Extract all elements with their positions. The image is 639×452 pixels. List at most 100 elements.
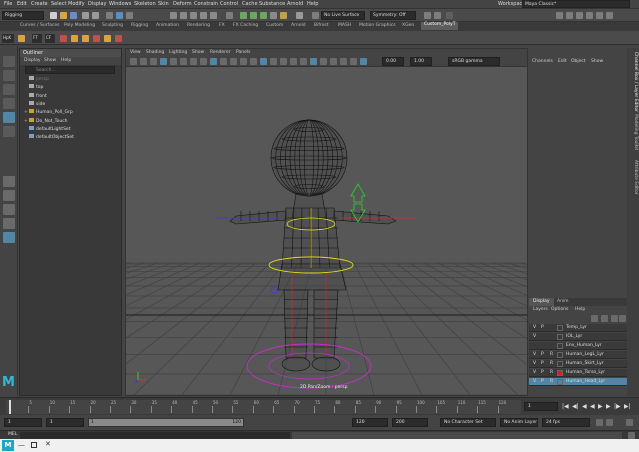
snap-point-icon[interactable] (190, 12, 197, 19)
move-layer-up-icon[interactable] (611, 315, 618, 322)
menu-skeleton[interactable]: Skeleton (134, 1, 156, 7)
step-back-key-icon[interactable]: ◀| (572, 403, 579, 411)
animation-start-field[interactable]: 1 (4, 418, 42, 427)
maximize-icon[interactable] (31, 442, 37, 448)
layout-outliner-persp-icon[interactable] (3, 232, 15, 243)
shelf-tab-sculpting[interactable]: Sculpting (102, 23, 123, 28)
undo-icon[interactable] (82, 12, 89, 19)
layer-color-swatch[interactable] (557, 361, 563, 367)
layer-menu-options[interactable]: Options (551, 307, 568, 312)
visibility-toggle[interactable]: V (533, 361, 536, 366)
mel-label[interactable]: MEL (8, 432, 17, 437)
viewport-panel[interactable]: View Shading Lighting Show Renderer Pane… (125, 48, 528, 396)
visibility-toggle[interactable]: V (533, 352, 536, 357)
visibility-toggle[interactable]: V (533, 379, 536, 384)
image-plane-icon[interactable] (160, 58, 167, 65)
play-forward-icon[interactable]: ▶ (598, 403, 603, 411)
menu-set-dropdown[interactable]: Rigging (2, 11, 44, 20)
shelf-tab-mash[interactable]: MASH (338, 23, 351, 28)
antialias-icon[interactable] (310, 58, 317, 65)
field-chart-icon[interactable] (210, 58, 217, 65)
cb-menu-object[interactable]: Object (571, 59, 586, 64)
menu-substance[interactable]: Substance (259, 1, 285, 7)
anim-prefs-icon[interactable] (626, 419, 633, 426)
playback-toggle[interactable]: P (541, 352, 544, 357)
paint-select-icon[interactable] (3, 84, 15, 95)
menu-help[interactable]: Help (307, 1, 318, 7)
outliner-search-input[interactable]: Search... (25, 66, 115, 74)
attribute-editor-icon[interactable] (576, 12, 583, 19)
layer-row[interactable]: V IOL_Lyr (529, 333, 627, 341)
shelf-tab-arnold[interactable]: Arnold (291, 23, 306, 28)
render-settings-icon[interactable] (270, 12, 277, 19)
step-forward-key-icon[interactable]: |▶ (614, 403, 621, 411)
outliner-item[interactable]: + Do_Not_Touch (24, 117, 68, 126)
outliner-menu-show[interactable]: Show (44, 58, 56, 63)
menu-display[interactable]: Display (88, 1, 106, 7)
cb-menu-show[interactable]: Show (591, 59, 603, 64)
new-layer-selected-icon[interactable] (601, 315, 608, 322)
cb-menu-edit[interactable]: Edit (558, 59, 567, 64)
render-frame-icon[interactable] (250, 12, 257, 19)
menu-control[interactable]: Control (220, 1, 238, 7)
shelf-tab-animation[interactable]: Animation (156, 23, 179, 28)
layout-outliner-icon[interactable] (3, 218, 15, 229)
gate-mask-icon[interactable] (200, 58, 207, 65)
layer-color-swatch[interactable] (557, 325, 563, 331)
film-gate-icon[interactable] (180, 58, 187, 65)
layer-row[interactable]: Env_Human_Lyr (529, 342, 627, 350)
resolution-gate-icon[interactable] (190, 58, 197, 65)
outliner-item[interactable]: side (24, 100, 45, 109)
vp-menu-view[interactable]: View (130, 50, 141, 55)
layer-row[interactable]: V P Temp_Lyr (529, 324, 627, 332)
auto-key-icon[interactable] (596, 419, 603, 426)
channel-box-icon[interactable] (586, 12, 593, 19)
fps-dropdown[interactable]: 24 fps (542, 418, 590, 427)
current-frame-field[interactable]: 1 (524, 402, 558, 411)
visibility-toggle[interactable]: V (533, 370, 536, 375)
shelf-tool-5-icon[interactable] (93, 35, 100, 42)
playback-toggle[interactable]: P (541, 370, 544, 375)
layer-tab-anim[interactable]: Anim (557, 299, 569, 304)
visibility-toggle[interactable]: V (533, 334, 536, 339)
vp-menu-shading[interactable]: Shading (146, 50, 164, 55)
menu-windows[interactable]: Windows (109, 1, 131, 7)
select-tool-icon[interactable] (3, 56, 15, 67)
shelf-label-hpk[interactable]: HpK (2, 34, 14, 43)
reference-toggle[interactable]: R (550, 361, 553, 366)
vp-menu-panels[interactable]: Panels (236, 50, 250, 55)
safe-action-icon[interactable] (220, 58, 227, 65)
construction-history-icon[interactable] (226, 12, 233, 19)
new-scene-icon[interactable] (50, 12, 57, 19)
menu-select[interactable]: Select (51, 1, 66, 7)
step-forward-icon[interactable]: ▶ (606, 403, 611, 411)
outliner-icon[interactable] (596, 12, 603, 19)
arnold-render-icon[interactable] (296, 12, 303, 19)
camera-select-icon[interactable] (130, 58, 137, 65)
time-slider[interactable]: 5 10 15 20 25 30 35 40 45 50 55 60 65 70 75 80 85 90 95 100… (0, 397, 639, 415)
depth-of-field-icon[interactable] (320, 58, 327, 65)
move-tool-icon[interactable] (3, 98, 15, 109)
outliner-item[interactable]: + Human_Poll_Grp (24, 109, 73, 117)
layout-single-icon[interactable] (3, 176, 15, 187)
outliner-item[interactable]: front (24, 92, 47, 101)
scale-tool-icon[interactable] (3, 126, 15, 137)
layer-color-swatch[interactable] (557, 343, 563, 349)
menu-cache[interactable]: Cache (242, 1, 258, 7)
playback-prefs-icon[interactable] (606, 419, 613, 426)
smooth-shade-icon[interactable] (250, 58, 257, 65)
snap-together-icon[interactable] (424, 12, 431, 19)
xray-icon[interactable] (340, 58, 347, 65)
minimize-icon[interactable]: — (18, 441, 25, 449)
shelf-label-ft[interactable]: FT (32, 34, 42, 43)
wireframe-icon[interactable] (240, 58, 247, 65)
anim-layer-dropdown[interactable]: No Anim Layer (500, 418, 538, 427)
snap-view-plane-icon[interactable] (200, 12, 207, 19)
layers-icon[interactable] (606, 12, 613, 19)
shelf-tab-rendering[interactable]: Rendering (187, 23, 210, 28)
gamma-field[interactable]: 1.00 (410, 57, 432, 66)
visibility-toggle[interactable]: V (533, 325, 536, 330)
new-layer-icon[interactable] (591, 315, 598, 322)
layer-row[interactable]: V P R Human_Head_Lyr (529, 378, 627, 386)
layer-tab-display[interactable]: Display (529, 298, 554, 306)
